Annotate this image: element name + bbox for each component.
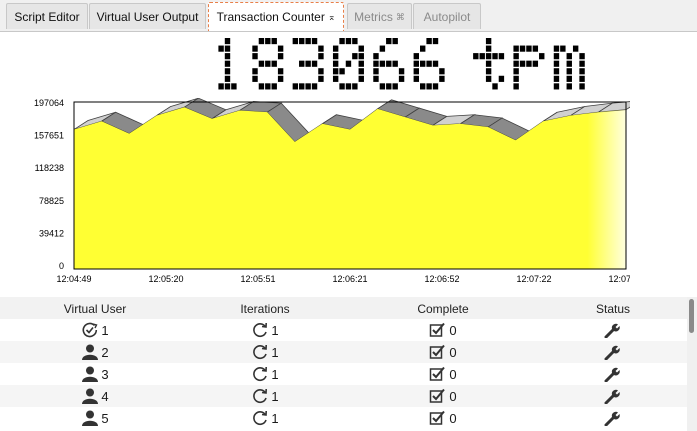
detach-icon[interactable]: ⌅ (328, 12, 336, 22)
table-row[interactable]: 5 1 0 (0, 407, 687, 429)
table-scrollbar[interactable] (687, 297, 697, 431)
tab-label: Transaction Counter (216, 10, 325, 24)
y-tick-label: 39412 (39, 228, 64, 238)
checkbox-icon (429, 322, 449, 338)
wrench-icon[interactable] (603, 345, 623, 360)
iterations-cell: 1 (200, 410, 330, 428)
user-icon (81, 410, 101, 426)
x-tick-label: 12:07:22 (516, 274, 551, 284)
virtual-user-id: 3 (101, 367, 109, 382)
column-header-iterations[interactable]: Iterations (200, 302, 330, 316)
virtual-user-cell: 4 (30, 388, 160, 406)
wrench-icon[interactable] (603, 323, 623, 338)
complete-cell: 0 (378, 366, 508, 384)
refresh-icon (251, 366, 271, 382)
y-tick-label: 157651 (34, 131, 64, 141)
virtual-user-cell: 5 (30, 410, 160, 428)
status-cell (548, 410, 678, 428)
table-row[interactable]: 1 1 0 (0, 319, 687, 341)
virtual-user-id: 5 (101, 411, 109, 426)
complete-value: 0 (449, 411, 457, 426)
tab-virtual-user-output[interactable]: Virtual User Output (89, 3, 206, 29)
tab-autopilot[interactable]: Autopilot (413, 3, 481, 29)
virtual-user-cell: 3 (30, 366, 160, 384)
user-icon (81, 344, 101, 360)
iterations-cell: 1 (200, 388, 330, 406)
complete-value: 0 (449, 345, 457, 360)
iterations-value: 1 (271, 345, 279, 360)
iterations-cell: 1 (200, 344, 330, 362)
status-cell (548, 344, 678, 362)
y-tick-label: 0 (59, 261, 64, 271)
transaction-chart: 197064 157651 118238 78825 39412 0 12:04:49 12:… (34, 98, 630, 284)
iterations-cell: 1 (200, 366, 330, 384)
tpm-counter-display: 183066 tpm (218, 38, 585, 90)
status-cell (548, 322, 678, 340)
y-tick-label: 197064 (34, 98, 64, 108)
tab-metrics[interactable]: Metrics ⌘ (347, 3, 412, 29)
detach-icon[interactable]: ⌘ (396, 12, 405, 22)
clock-check-icon (81, 322, 101, 338)
virtual-user-id: 1 (101, 323, 109, 338)
complete-cell: 0 (378, 410, 508, 428)
table-row[interactable]: 3 1 0 (0, 363, 687, 385)
wrench-icon[interactable] (603, 367, 623, 382)
checkbox-icon (429, 366, 449, 382)
x-tick-label: 12:06:21 (332, 274, 367, 284)
virtual-user-cell: 1 (30, 322, 160, 340)
tab-script-editor[interactable]: Script Editor (6, 3, 88, 29)
tab-label: Virtual User Output (96, 10, 199, 24)
column-header-virtual-user[interactable]: Virtual User (30, 302, 160, 316)
x-tick-label: 12:05:20 (148, 274, 183, 284)
complete-cell: 0 (378, 322, 508, 340)
x-tick-label: 12:05:51 (240, 274, 275, 284)
complete-value: 0 (449, 367, 457, 382)
tab-transaction-counter[interactable]: Transaction Counter ⌅ (208, 2, 344, 31)
status-cell (548, 366, 678, 384)
iterations-cell: 1 (200, 322, 330, 340)
checkbox-icon (429, 388, 449, 404)
complete-cell: 0 (378, 388, 508, 406)
table-row[interactable]: 4 1 0 (0, 385, 687, 407)
virtual-user-cell: 2 (30, 344, 160, 362)
tab-label: Autopilot (423, 10, 471, 24)
series-area (74, 107, 626, 269)
x-tick-label: 12:04:49 (56, 274, 91, 284)
refresh-icon (251, 388, 271, 404)
tpm-value: 183066 tpm (218, 38, 585, 90)
virtual-user-id: 2 (101, 345, 109, 360)
complete-value: 0 (449, 323, 457, 338)
refresh-icon (251, 322, 271, 338)
table-header: Virtual User Iterations Complete Status (0, 297, 687, 319)
user-icon (81, 366, 101, 382)
tab-label: Script Editor (14, 10, 80, 24)
scroll-thumb[interactable] (689, 299, 694, 333)
wrench-icon[interactable] (603, 389, 623, 404)
column-header-status[interactable]: Status (548, 302, 678, 316)
tab-label: Metrics (354, 10, 393, 24)
x-tick-label: 12:07:53 (608, 274, 630, 284)
tab-bar: Script Editor Virtual User Output Transa… (0, 0, 697, 31)
checkbox-icon (429, 410, 449, 426)
refresh-icon (251, 344, 271, 360)
wrench-icon[interactable] (603, 411, 623, 426)
complete-value: 0 (449, 389, 457, 404)
user-icon (81, 388, 101, 404)
column-header-complete[interactable]: Complete (378, 302, 508, 316)
y-tick-label: 78825 (39, 196, 64, 206)
complete-cell: 0 (378, 344, 508, 362)
virtual-user-id: 4 (101, 389, 109, 404)
iterations-value: 1 (271, 411, 279, 426)
y-tick-label: 118238 (35, 163, 64, 173)
x-tick-label: 12:06:52 (424, 274, 459, 284)
refresh-icon (251, 410, 271, 426)
table-row[interactable]: 2 1 0 (0, 341, 687, 363)
iterations-value: 1 (271, 389, 279, 404)
iterations-value: 1 (271, 367, 279, 382)
status-cell (548, 388, 678, 406)
iterations-value: 1 (271, 323, 279, 338)
checkbox-icon (429, 344, 449, 360)
